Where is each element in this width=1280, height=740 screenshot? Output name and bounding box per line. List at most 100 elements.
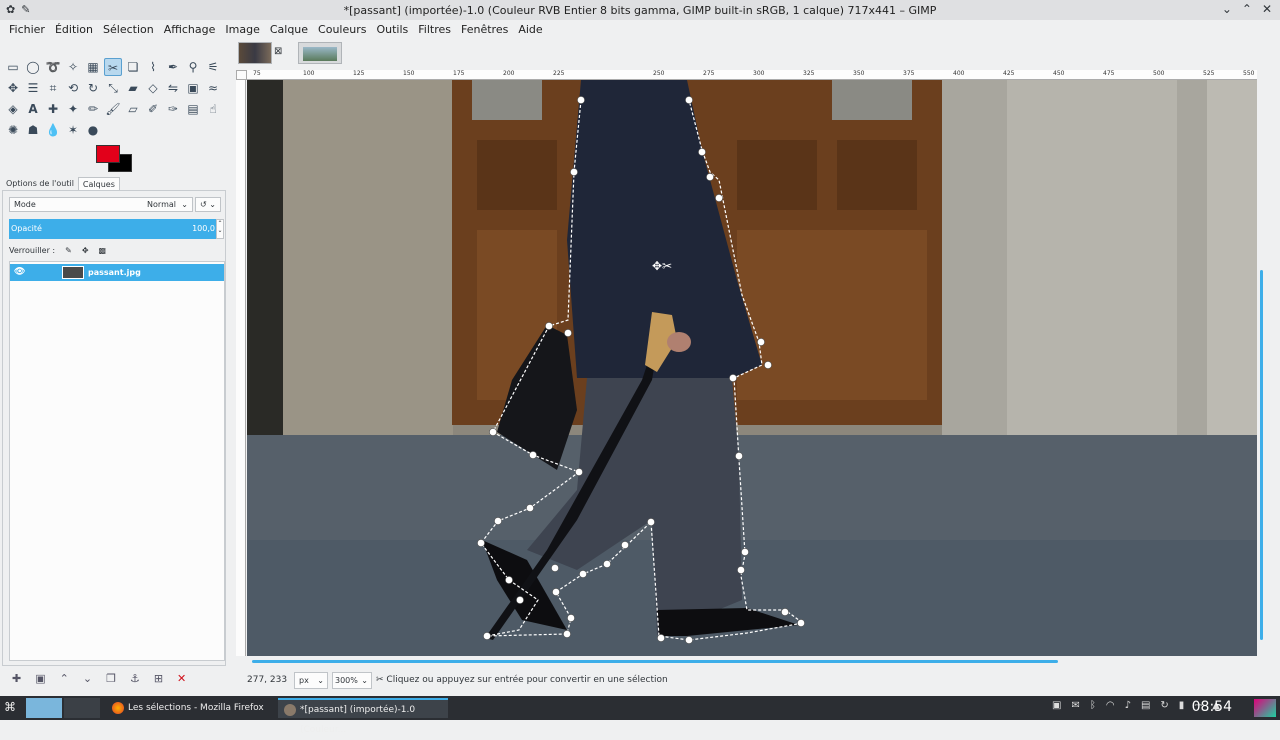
lock-alpha-icon[interactable]: ▩ <box>99 246 107 255</box>
lower-layer-icon[interactable]: ⌄ <box>83 672 92 688</box>
os-logo-icon[interactable] <box>1254 699 1276 717</box>
foreground-select-icon[interactable]: ❏ <box>124 58 142 76</box>
blur-icon[interactable]: ✺ <box>4 121 22 139</box>
close-tab-icon[interactable]: ⊠ <box>274 46 282 57</box>
horizontal-scroll-thumb[interactable] <box>252 660 1058 663</box>
image-tab-passant[interactable] <box>238 42 272 64</box>
flip-icon[interactable]: ⇋ <box>164 79 182 97</box>
minimize-icon[interactable]: ⌄ <box>1222 2 1232 16</box>
drop-icon[interactable]: 💧 <box>44 121 62 139</box>
task-firefox[interactable]: Les sélections - Mozilla Firefox <box>106 698 276 718</box>
color-select-icon[interactable]: ▦ <box>84 58 102 76</box>
menu-fichier[interactable]: Fichier <box>4 23 50 36</box>
composite-mode-button[interactable]: ↺ ⌄ <box>195 197 221 212</box>
warp-icon[interactable]: ≈ <box>204 79 222 97</box>
tab-layers[interactable]: Calques <box>77 177 120 191</box>
bucket-fill-icon[interactable]: ◈ <box>4 100 22 118</box>
color-swatches[interactable] <box>96 145 136 175</box>
updates-icon[interactable]: ↻ <box>1160 700 1168 711</box>
airbrush-icon[interactable]: ✐ <box>144 100 162 118</box>
task-gimp[interactable]: *[passant] (importée)-1.0 (Couleur... <box>278 698 448 735</box>
maximize-icon[interactable]: ⌃ <box>1242 2 1252 16</box>
crop-icon[interactable]: ⌗ <box>44 79 62 97</box>
scissors-select-icon[interactable]: ✂ <box>104 58 122 76</box>
menu-aide[interactable]: Aide <box>513 23 547 36</box>
opacity-stepper[interactable]: ⌃ ⌄ <box>216 219 224 239</box>
zoom-icon[interactable]: ⚲ <box>184 58 202 76</box>
clock[interactable]: 08:54 <box>1192 699 1232 715</box>
clipboard-icon[interactable]: ▤ <box>1141 700 1150 711</box>
align-icon[interactable]: ☰ <box>24 79 42 97</box>
image-canvas[interactable]: ✥✂ <box>247 80 1257 656</box>
mypaint-brush-icon[interactable]: ▤ <box>184 100 202 118</box>
mode-select[interactable]: Mode Normal ⌄ <box>9 197 193 212</box>
cage-icon[interactable]: ▣ <box>184 79 202 97</box>
zoom-select[interactable]: 300% ⌄ <box>332 672 372 689</box>
perspective-icon[interactable]: ◇ <box>144 79 162 97</box>
menu-fenetres[interactable]: Fenêtres <box>456 23 513 36</box>
vertical-scroll-thumb[interactable] <box>1260 270 1263 640</box>
close-icon[interactable]: ✕ <box>1262 2 1272 16</box>
paths-icon[interactable]: ⌇ <box>144 58 162 76</box>
merge-layer-icon[interactable]: ⊞ <box>154 672 163 688</box>
horizontal-scrollbar[interactable] <box>247 658 1257 666</box>
ellipse-select-icon[interactable]: ◯ <box>24 58 42 76</box>
color-picker-icon[interactable]: ✒ <box>164 58 182 76</box>
menu-couleurs[interactable]: Couleurs <box>313 23 371 36</box>
image-tab-landscape[interactable] <box>298 42 342 64</box>
volume-icon[interactable]: ♪ <box>1125 700 1131 711</box>
raise-layer-icon[interactable]: ⌃ <box>60 672 69 688</box>
clone-icon[interactable]: ✦ <box>64 100 82 118</box>
rotate-icon[interactable]: ↻ <box>84 79 102 97</box>
app-launcher-icon[interactable]: ⌘ <box>4 700 20 716</box>
menu-image[interactable]: Image <box>220 23 264 36</box>
layer-row[interactable]: 👁 passant.jpg <box>10 264 224 281</box>
battery-icon[interactable]: ▮ <box>1179 700 1185 711</box>
menu-selection[interactable]: Sélection <box>98 23 159 36</box>
paintbrush-icon[interactable]: 🖌 <box>104 100 122 118</box>
rect-select-icon[interactable]: ▭ <box>4 58 22 76</box>
menu-affichage[interactable]: Affichage <box>159 23 221 36</box>
desktop-pager-1[interactable] <box>26 698 62 718</box>
gegl-icon[interactable]: ● <box>84 121 102 139</box>
screenshot-icon[interactable]: ▣ <box>1052 700 1061 711</box>
bluetooth-icon[interactable]: ᛒ <box>1090 700 1096 711</box>
new-layer-icon[interactable]: ✚ <box>12 672 21 688</box>
scale-icon[interactable]: ⤡ <box>104 79 122 97</box>
ruler-corner[interactable] <box>236 70 247 80</box>
wifi-icon[interactable]: ◠ <box>1106 700 1115 711</box>
tab-tool-options[interactable]: Options de l'outil <box>2 177 78 191</box>
hand <box>667 332 691 352</box>
menu-edition[interactable]: Édition <box>50 23 98 36</box>
measure-icon[interactable]: ⚟ <box>204 58 222 76</box>
menu-outils[interactable]: Outils <box>371 23 413 36</box>
fuzzy-select-icon[interactable]: ✧ <box>64 58 82 76</box>
visibility-eye-icon[interactable]: 👁 <box>14 264 25 281</box>
text-icon[interactable]: A <box>24 100 42 118</box>
unit-select[interactable]: px ⌄ <box>294 672 328 689</box>
mail-icon[interactable]: ✉ <box>1071 700 1079 711</box>
duplicate-layer-icon[interactable]: ❐ <box>106 672 116 688</box>
lock-position-icon[interactable]: ✥ <box>82 246 89 255</box>
ink-icon[interactable]: ✑ <box>164 100 182 118</box>
foreground-color-swatch[interactable] <box>96 145 120 163</box>
lasso-icon[interactable]: ➰ <box>44 58 62 76</box>
new-layer-group-icon[interactable]: ▣ <box>35 672 45 688</box>
sharpen-icon[interactable]: ✶ <box>64 121 82 139</box>
delete-layer-icon[interactable]: ✕ <box>177 672 186 688</box>
shear-icon[interactable]: ▰ <box>124 79 142 97</box>
vertical-scrollbar[interactable] <box>1258 80 1266 656</box>
lock-pixels-icon[interactable]: ✎ <box>65 246 72 255</box>
menu-filtres[interactable]: Filtres <box>413 23 456 36</box>
menu-calque[interactable]: Calque <box>265 23 313 36</box>
move-icon[interactable]: ✥ <box>4 79 22 97</box>
anchor-icon[interactable]: ⚓ <box>130 672 140 688</box>
unified-transform-icon[interactable]: ⟲ <box>64 79 82 97</box>
opacity-slider[interactable]: Opacité 100,0 <box>9 219 217 239</box>
heal-icon[interactable]: ✚ <box>44 100 62 118</box>
pencil-icon[interactable]: ✏ <box>84 100 102 118</box>
smudge-icon[interactable]: ☝ <box>204 100 222 118</box>
dodge-burn-icon[interactable]: ☗ <box>24 121 42 139</box>
desktop-pager-2[interactable] <box>64 698 100 718</box>
eraser-icon[interactable]: ▱ <box>124 100 142 118</box>
